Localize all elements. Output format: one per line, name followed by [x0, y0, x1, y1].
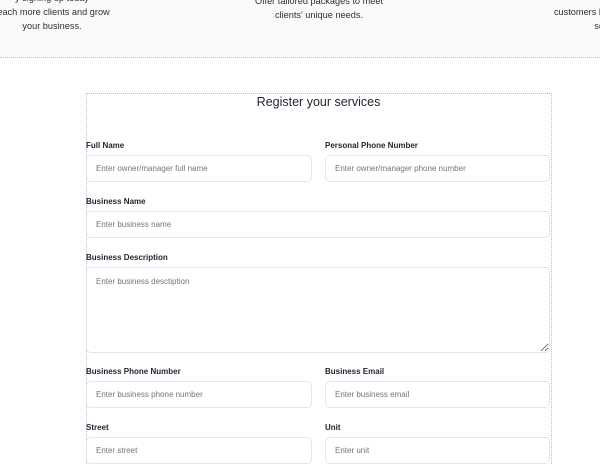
feature-left-line-2: reach more clients and grow: [0, 7, 110, 17]
business-description-textarea[interactable]: [86, 267, 550, 353]
street-label: Street: [86, 423, 109, 432]
form-title: Register your services: [256, 95, 381, 109]
business-phone-input[interactable]: [86, 381, 312, 408]
street-input[interactable]: [86, 437, 312, 464]
full-name-label: Full Name: [86, 141, 125, 150]
feature-center-text: Offer tailored packages to meet clients'…: [244, 0, 394, 22]
feature-left-text: y signing up today reach more clients an…: [0, 0, 122, 33]
business-email-input[interactable]: [325, 381, 550, 408]
feature-right-line-3: services: [594, 21, 600, 31]
business-name-input[interactable]: [86, 211, 550, 238]
unit-input[interactable]: [325, 437, 550, 464]
business-description-label: Business Description: [86, 253, 168, 262]
feature-center-line-1: Offer tailored packages to meet: [254, 0, 383, 6]
business-phone-label: Business Phone Number: [86, 367, 181, 376]
features-strip: y signing up today reach more clients an…: [0, 0, 600, 58]
feature-left-line-3: your business.: [22, 21, 82, 31]
business-name-label: Business Name: [86, 197, 146, 206]
feature-right-line-2: customers looking: [553, 7, 600, 17]
business-email-label: Business Email: [325, 367, 385, 376]
personal-phone-input[interactable]: [325, 155, 550, 182]
feature-right-text: y customers looking services: [508, 0, 600, 33]
unit-label: Unit: [325, 423, 341, 432]
personal-phone-label: Personal Phone Number: [325, 141, 418, 150]
feature-center-line-2: clients' unique needs.: [274, 10, 364, 20]
full-name-input[interactable]: [86, 155, 312, 182]
